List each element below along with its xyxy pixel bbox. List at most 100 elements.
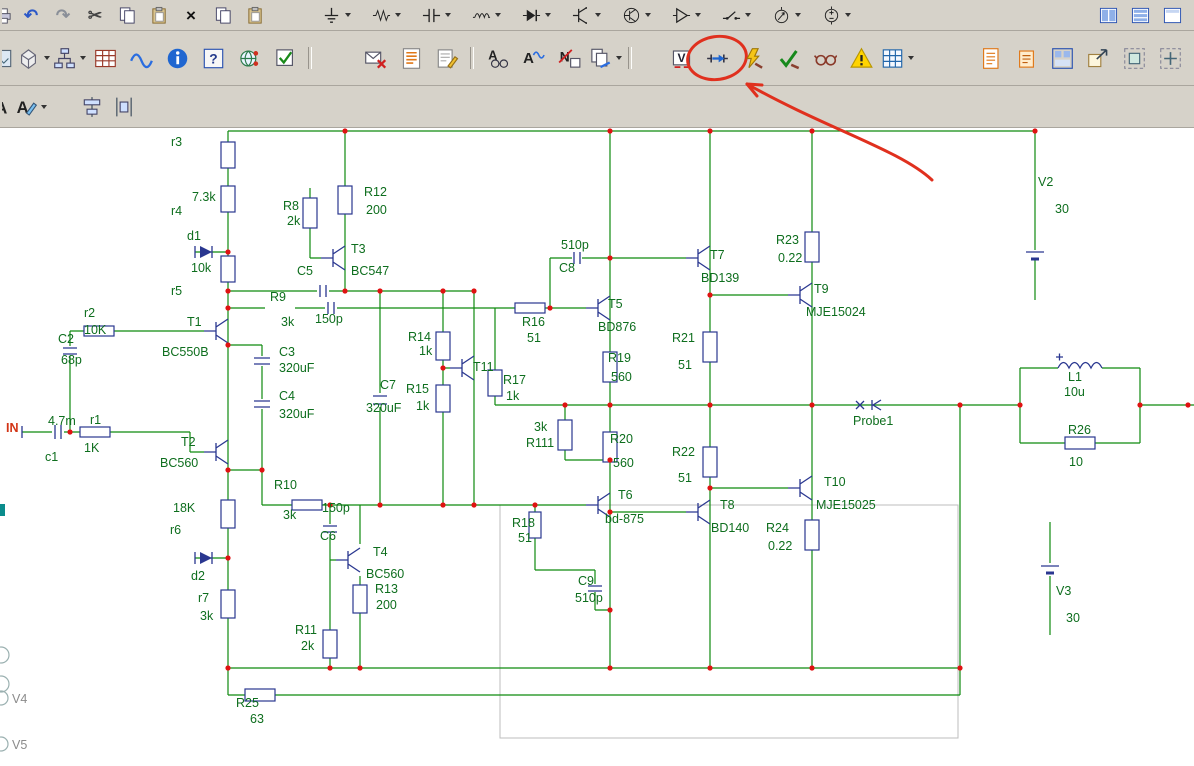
font-style-icon[interactable]: A [516,42,550,74]
select-frame-icon[interactable] [1117,42,1151,74]
ground-component-icon[interactable] [315,2,357,28]
distribute-icon[interactable] [109,94,139,120]
window-layout-icon[interactable] [1045,42,1079,74]
warning-icon[interactable] [844,42,878,74]
grid-dropdown[interactable] [907,56,914,60]
capacitor-component-dropdown[interactable] [444,13,451,17]
copy-icon[interactable] [112,2,142,28]
schematic-label: BD140 [711,521,749,535]
meter-component-dropdown[interactable] [794,13,801,17]
transistor2-component-icon[interactable] [615,2,657,28]
schematic-canvas[interactable]: 3Kr37.3kr4d110kr5R82kR12200T3BC547C5R93k… [0,128,1194,766]
grid-icon[interactable] [880,42,914,74]
junction-dot [1137,402,1143,408]
picture-icon[interactable] [1,42,14,74]
schematic-label: V5 [12,738,27,752]
transistor-component-dropdown[interactable] [594,13,601,17]
gate-component-dropdown[interactable] [694,13,701,17]
diode-component-dropdown[interactable] [544,13,551,17]
schematic-label: bd-875 [605,512,644,526]
flowchart-icon[interactable] [52,42,86,74]
junction-dot [225,467,231,473]
source-component-dropdown[interactable] [844,13,851,17]
paste-icon[interactable] [144,2,174,28]
copy-special-icon[interactable] [208,2,238,28]
delete-icon[interactable]: × [176,2,206,28]
note-icon[interactable] [1009,42,1043,74]
network-icon[interactable] [232,42,266,74]
toolbar-row-1: ↶ ↷ ✂ × [0,0,1194,31]
select-region-icon[interactable] [1153,42,1187,74]
inductor-symbol [1056,353,1103,370]
schematic-label: V2 [1038,175,1053,189]
label-box-icon[interactable]: N [552,42,586,74]
flowchart-dropdown[interactable] [79,56,86,60]
split-horizontal-icon[interactable] [1125,2,1155,28]
capacitor-component-icon[interactable] [415,2,457,28]
resistor-component-dropdown[interactable] [394,13,401,17]
diode-component-icon[interactable] [515,2,557,28]
gate-component-icon[interactable] [665,2,707,28]
mail-error-icon[interactable] [358,42,392,74]
redo-icon[interactable]: ↷ [48,2,78,28]
toolbar-area: ↶↷✂× ? AAN V AA [0,0,1194,128]
schematic-label: BC560 [366,567,404,581]
toolbar-group-edit: ↶ ↷ ✂ × [0,1,271,29]
font-edit-icon[interactable]: A [16,94,47,120]
junction-dot [532,502,538,508]
table-icon[interactable] [88,42,122,74]
voltage-pin-icon[interactable]: V [664,42,698,74]
printer-icon[interactable] [1,2,14,28]
schematic-label: 150p [322,501,350,515]
schematic-label: R11 [295,623,317,637]
junction-dot [327,665,333,671]
help-icon[interactable]: ? [196,42,230,74]
source-component-icon[interactable] [815,2,857,28]
checklist-icon[interactable] [268,42,302,74]
view-glasses-icon[interactable] [808,42,842,74]
cut-icon[interactable]: ✂ [80,2,110,28]
junction-dot [1185,402,1191,408]
schematic-label: 1k [506,389,520,403]
info-icon[interactable] [160,42,194,74]
wave-icon[interactable] [124,42,158,74]
schematic-label: T3 [351,242,366,256]
junction-dot [607,402,613,408]
report-edit-icon[interactable] [430,42,464,74]
current-arrow-icon[interactable] [700,42,734,74]
check-edit-icon[interactable] [772,42,806,74]
page-icon[interactable] [973,42,1007,74]
export-icon[interactable] [1081,42,1115,74]
inductor-component-dropdown[interactable] [494,13,501,17]
edit-bolt-icon[interactable] [736,42,770,74]
toolbar-group-text-tools: AA N [479,41,623,75]
toolbar-separator [470,47,474,69]
svg-text:?: ? [209,51,217,66]
junction-dot [1032,128,1038,134]
find-text-icon[interactable]: A [480,42,514,74]
font-edit-dropdown[interactable] [41,104,47,109]
junction-dot [440,502,446,508]
switch-component-dropdown[interactable] [744,13,751,17]
meter-component-icon[interactable] [765,2,807,28]
ground-component-dropdown[interactable] [344,13,351,17]
copy-link-icon[interactable] [588,42,622,74]
box-3d-icon[interactable] [16,42,50,74]
text-partial-icon[interactable]: A [1,94,14,120]
transistor-component-icon[interactable] [565,2,607,28]
copy-link-dropdown[interactable] [615,56,622,60]
undo-icon[interactable]: ↶ [16,2,46,28]
box-3d-dropdown[interactable] [43,56,50,60]
switch-component-icon[interactable] [715,2,757,28]
selection-rectangle [499,504,959,739]
transistor2-component-dropdown[interactable] [644,13,651,17]
junction-dot [1017,402,1023,408]
resistor-component-icon[interactable] [365,2,407,28]
new-window-icon[interactable] [1157,2,1187,28]
align-center-icon[interactable] [77,94,107,120]
paste-special-icon[interactable] [240,2,270,28]
schematic-label: C6 [320,529,336,543]
split-vertical-icon[interactable] [1093,2,1123,28]
inductor-component-icon[interactable] [465,2,507,28]
netlist-icon[interactable] [394,42,428,74]
